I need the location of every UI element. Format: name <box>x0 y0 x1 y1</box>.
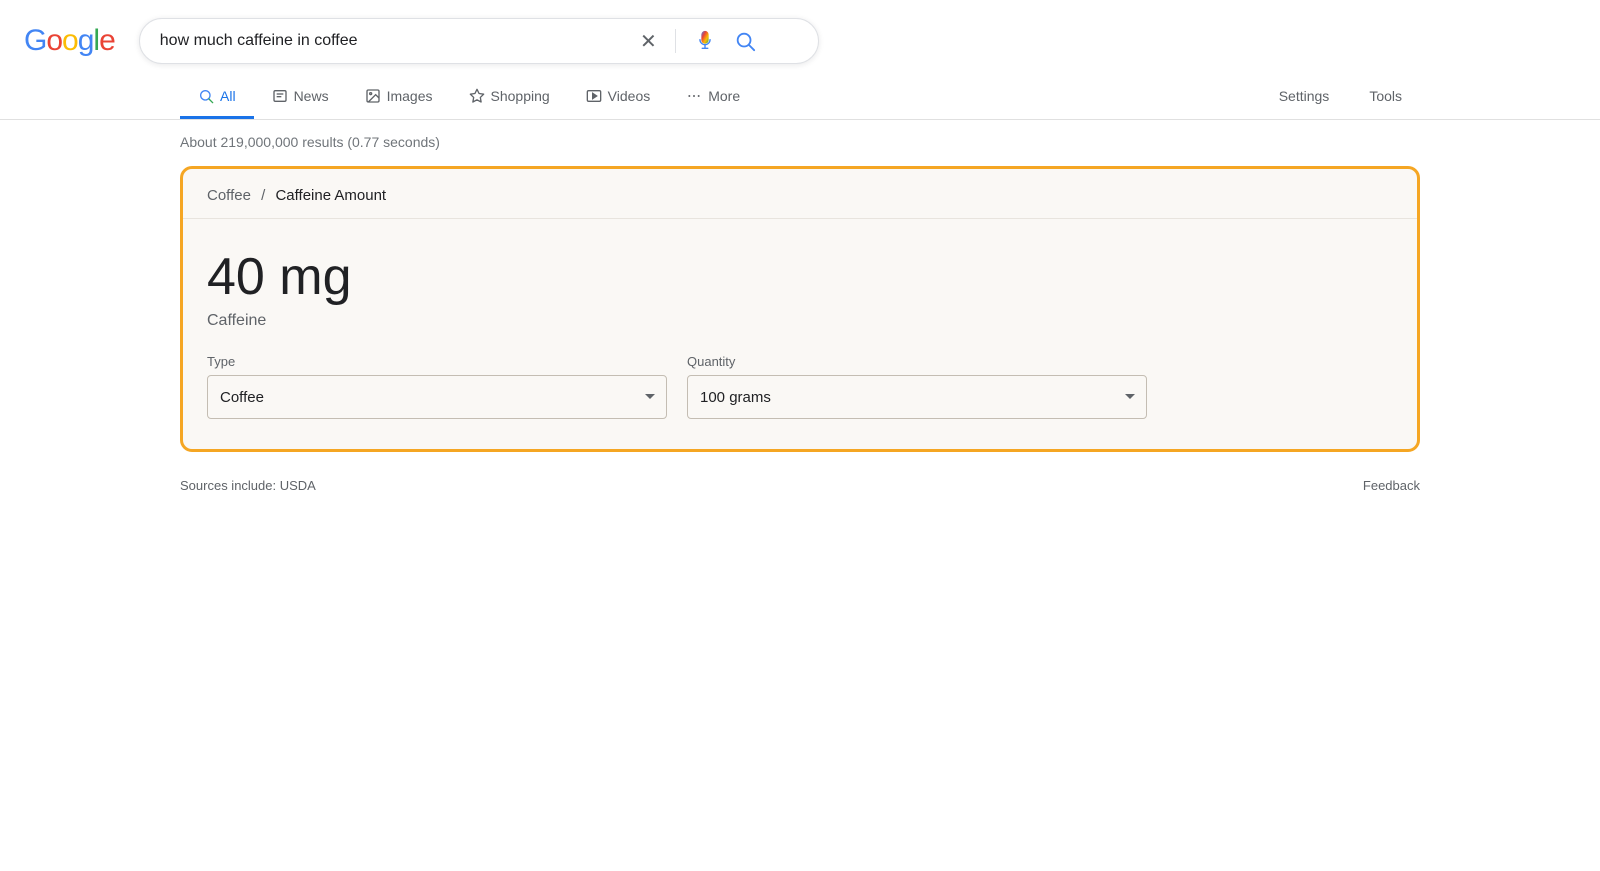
more-tab-icon <box>686 88 702 104</box>
tab-images-label: Images <box>387 88 433 104</box>
news-tab-icon <box>272 88 288 104</box>
google-logo: Google <box>24 24 115 58</box>
quantity-select[interactable]: 100 grams 1 cup (8 fl oz) 1 fl oz 1 oz <box>687 375 1147 419</box>
search-tab-icon <box>198 88 214 104</box>
search-bar-wrapper: ✕ <box>139 18 819 64</box>
tab-videos-label: Videos <box>608 88 651 104</box>
nav-tabs: All News Images Shopping <box>0 76 1600 120</box>
header: Google ✕ <box>0 0 1600 76</box>
videos-tab-icon <box>586 88 602 104</box>
tab-tools-label: Tools <box>1369 88 1402 104</box>
tab-shopping[interactable]: Shopping <box>451 76 568 119</box>
type-selector-label: Type <box>207 354 667 369</box>
quantity-selector-label: Quantity <box>687 354 1147 369</box>
knowledge-panel: Coffee / Caffeine Amount 40 mg Caffeine … <box>180 166 1420 452</box>
tab-news-label: News <box>294 88 329 104</box>
type-selector-group: Type Coffee Espresso Decaf Coffee Tea <box>207 354 667 419</box>
search-bar-icons: ✕ <box>636 25 768 58</box>
results-info: About 219,000,000 results (0.77 seconds) <box>0 120 1600 158</box>
kp-label: Caffeine <box>207 312 1393 330</box>
nav-settings-tools: Settings Tools <box>1261 76 1420 119</box>
divider <box>675 29 676 53</box>
mic-icon <box>694 30 716 52</box>
search-button[interactable] <box>730 26 760 56</box>
shopping-tab-icon <box>469 88 485 104</box>
type-select[interactable]: Coffee Espresso Decaf Coffee Tea <box>207 375 667 419</box>
sources-text: Sources include: USDA <box>180 478 316 493</box>
tab-all[interactable]: All <box>180 76 254 119</box>
tab-tools[interactable]: Tools <box>1351 76 1420 119</box>
logo-letter-e: e <box>99 24 115 58</box>
close-icon: ✕ <box>640 29 657 54</box>
logo-letter-o2: o <box>62 24 78 58</box>
tab-all-label: All <box>220 88 236 104</box>
tab-settings[interactable]: Settings <box>1261 76 1348 119</box>
feedback-link[interactable]: Feedback <box>1363 478 1420 493</box>
tab-more-label: More <box>708 88 740 104</box>
kp-body: 40 mg Caffeine Type Coffee Espresso Deca… <box>183 219 1417 449</box>
breadcrumb-current: Caffeine Amount <box>275 187 386 204</box>
tab-videos[interactable]: Videos <box>568 76 669 119</box>
kp-selectors: Type Coffee Espresso Decaf Coffee Tea Qu… <box>207 354 1393 419</box>
tab-settings-label: Settings <box>1279 88 1330 104</box>
results-stats: About 219,000,000 results (0.77 seconds) <box>180 134 440 150</box>
breadcrumb-separator: / <box>261 187 265 204</box>
search-icon <box>734 30 756 52</box>
clear-button[interactable]: ✕ <box>636 25 661 58</box>
kp-breadcrumb: Coffee / Caffeine Amount <box>183 169 1417 219</box>
images-tab-icon <box>365 88 381 104</box>
logo-letter-g: G <box>24 24 46 58</box>
logo-letter-o1: o <box>46 24 62 58</box>
voice-search-button[interactable] <box>690 26 720 56</box>
search-input[interactable] <box>160 32 636 50</box>
sources-row: Sources include: USDA Feedback <box>0 472 1600 499</box>
tab-shopping-label: Shopping <box>491 88 550 104</box>
breadcrumb-parent[interactable]: Coffee <box>207 187 251 204</box>
tab-more[interactable]: More <box>668 76 758 119</box>
quantity-selector-group: Quantity 100 grams 1 cup (8 fl oz) 1 fl … <box>687 354 1147 419</box>
tab-images[interactable]: Images <box>347 76 451 119</box>
tab-news[interactable]: News <box>254 76 347 119</box>
logo-letter-g2: g <box>78 24 94 58</box>
kp-value: 40 mg <box>207 249 1393 306</box>
